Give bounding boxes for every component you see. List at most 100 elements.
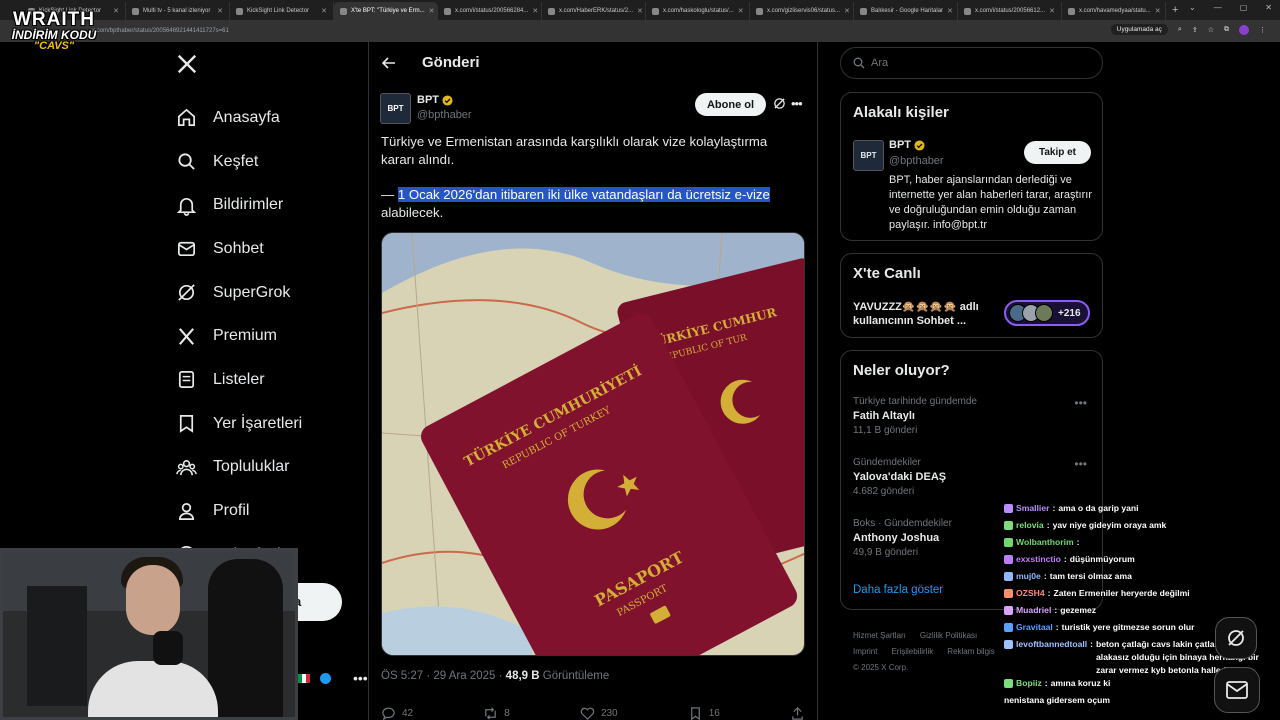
nav-item-bell[interactable]: Bildirimler <box>176 183 302 227</box>
nav-item-communities[interactable]: Topluluklar <box>176 446 302 490</box>
show-more-link[interactable]: Daha fazla göster <box>853 584 943 596</box>
close-tab-icon[interactable]: ✕ <box>532 7 538 15</box>
selected-text[interactable]: 1 Ocak 2026'dan itibaren iki ülke vatand… <box>397 187 770 202</box>
related-bio: BPT, haber ajanslarından derlediği ve in… <box>889 174 1092 231</box>
footer-link[interactable]: Erişilebilirlik <box>891 647 933 656</box>
close-tab-icon[interactable]: ✕ <box>429 7 435 15</box>
search-icon <box>853 57 865 69</box>
trend-item[interactable]: Türkiye tarihinde gündemde Fatih Altaylı 1… <box>853 396 1093 436</box>
nav-item-home[interactable]: Anasayfa <box>176 96 302 140</box>
bookmark-button[interactable]: 16 <box>688 706 720 720</box>
author-handle[interactable]: @bpthaber <box>417 109 472 121</box>
close-tab-icon[interactable]: ✕ <box>738 7 744 15</box>
chat-text: nenistana gidersem oçum <box>1004 695 1111 705</box>
grok-float-button[interactable] <box>1215 617 1257 659</box>
related-name[interactable]: BPT <box>889 139 925 151</box>
search-box[interactable] <box>840 47 1103 79</box>
chat-message: exxstinctio: düşünmüyorum <box>1004 553 1274 570</box>
related-handle[interactable]: @bpthaber <box>889 155 944 167</box>
author-avatar[interactable]: BPT <box>380 93 411 124</box>
chat-badge-icon <box>1004 679 1013 688</box>
nav-item-profile[interactable]: Profil <box>176 489 302 533</box>
grok-icon[interactable] <box>773 97 786 110</box>
card-title: Neler oluyor? <box>853 362 950 379</box>
open-in-app-button[interactable]: Uygulamada aç <box>1110 24 1168 35</box>
minimize-icon[interactable]: — <box>1214 3 1222 12</box>
close-tab-icon[interactable]: ✕ <box>637 7 643 15</box>
nav-item-search[interactable]: Keşfet <box>176 140 302 184</box>
close-tab-icon[interactable]: ✕ <box>1049 7 1055 15</box>
zoom-icon[interactable]: ⌕ <box>1178 26 1182 34</box>
browser-tab[interactable]: x.com/havamedyaa/statu... ✕ <box>1062 2 1166 20</box>
nav-item-label: Sohbet <box>213 239 264 257</box>
browser-tab[interactable]: Multi tv - 5 kanal izleniyor ✕ <box>126 2 230 20</box>
footer-link[interactable]: Reklam bilgis <box>947 647 995 656</box>
close-tab-icon[interactable]: ✕ <box>321 7 327 15</box>
live-space-title[interactable]: YAVUZZZ🙊🙊🙊🙊 adlı kullanıcının Sohbet ... <box>853 300 993 328</box>
subscribe-button[interactable]: Abone ol <box>695 93 766 116</box>
browser-tab[interactable]: x.com/i/status/200566284... ✕ <box>438 2 542 20</box>
chat-text: düşünmüyorum <box>1069 554 1135 564</box>
repost-button[interactable]: 8 <box>483 706 510 720</box>
chevron-down-icon[interactable]: ⌄ <box>1189 3 1196 12</box>
url-text[interactable]: x.com/bpthaber/status/200564692144141172… <box>92 28 229 34</box>
page-title: Gönderi <box>422 54 480 71</box>
extensions-icon[interactable]: ⧉ <box>1224 26 1229 34</box>
share-icon[interactable]: ⇪ <box>1192 26 1198 34</box>
close-tab-icon[interactable]: ✕ <box>113 7 119 15</box>
back-arrow-icon[interactable] <box>381 55 397 71</box>
nav-item-x-logo[interactable]: Premium <box>176 314 302 358</box>
share-button[interactable] <box>790 706 805 720</box>
browser-tab[interactable]: x.com/i/status/20056612... ✕ <box>958 2 1062 20</box>
mail-icon <box>178 242 195 257</box>
new-tab-icon[interactable]: + <box>1172 4 1178 16</box>
footer-link[interactable]: Gizlilik Politikası <box>920 631 977 640</box>
post-image-passports[interactable]: TÜRKİYE CUMHUR REPUBLIC OF TUR TÜRKİYE C… <box>381 232 805 656</box>
nav-item-label: Anasayfa <box>213 108 280 126</box>
browser-tab[interactable]: X'te BPT: "Türkiye ve Erm... ✕ <box>334 2 438 20</box>
browser-menu-icon[interactable]: ⋮ <box>1259 26 1266 34</box>
more-options-icon[interactable]: ••• <box>791 96 803 111</box>
messages-float-button[interactable] <box>1214 667 1260 713</box>
browser-tab[interactable]: x.com/HaberERK/status/2... ✕ <box>542 2 646 20</box>
favicon-icon <box>444 7 451 15</box>
reply-button[interactable]: 42 <box>381 706 413 720</box>
nav-item-bookmark[interactable]: Yer İşaretleri <box>176 402 302 446</box>
live-listeners-pill[interactable]: +216 <box>1004 300 1090 326</box>
close-tab-icon[interactable]: ✕ <box>217 7 223 15</box>
close-icon[interactable]: ✕ <box>1265 3 1272 12</box>
profile-avatar[interactable] <box>1239 24 1249 35</box>
x-logo-icon[interactable] <box>176 53 198 75</box>
footer-link[interactable]: Hizmet Şartları <box>853 631 906 640</box>
nav-item-list[interactable]: Listeler <box>176 358 302 402</box>
favicon-icon <box>548 7 555 15</box>
maximize-icon[interactable]: ▢ <box>1240 3 1248 12</box>
post-timestamp: ÖS 5:27 · 29 Ara 2025 · 48,9 B Görüntüle… <box>381 670 610 682</box>
account-switcher[interactable]: ••• <box>298 670 368 686</box>
footer-link[interactable]: Imprint <box>853 647 877 656</box>
follow-button[interactable]: Takip et <box>1024 141 1091 164</box>
browser-tab[interactable]: Balıkesir - Google Haritalar ✕ <box>854 2 958 20</box>
account-more-icon[interactable]: ••• <box>353 670 368 686</box>
search-input[interactable] <box>871 57 1071 69</box>
bookmark-star-icon[interactable]: ☆ <box>1208 26 1214 34</box>
address-bar[interactable]: x.com/bpthaber/status/200564692144141172… <box>0 20 1280 42</box>
close-tab-icon[interactable]: ✕ <box>947 7 953 15</box>
close-tab-icon[interactable]: ✕ <box>1155 7 1161 15</box>
footer-link[interactable]: © 2025 X Corp. <box>853 663 908 672</box>
close-tab-icon[interactable]: ✕ <box>844 7 850 15</box>
like-button[interactable]: 230 <box>580 706 618 720</box>
browser-tab[interactable]: x.com/haskologlu/status/... ✕ <box>646 2 750 20</box>
related-avatar[interactable]: BPT <box>853 140 884 171</box>
nav-item-grok[interactable]: SuperGrok <box>176 271 302 315</box>
author-name[interactable]: BPT <box>417 94 453 106</box>
trend-more-icon[interactable]: ••• <box>1074 396 1087 410</box>
nav-item-label: Bildirimler <box>213 196 284 214</box>
divider <box>817 42 818 720</box>
chat-text: turistik yere gitmezse sorun olur <box>1061 622 1195 632</box>
nav-item-mail[interactable]: Sohbet <box>176 227 302 271</box>
trend-item[interactable]: Gündemdekiler Yalova'daki DEAŞ 4.682 gönde… <box>853 457 1093 497</box>
browser-tab[interactable]: x.com/gizliservis06/status... ✕ <box>750 2 854 20</box>
browser-tab[interactable]: KickSight Link Detector ✕ <box>230 2 334 20</box>
trend-more-icon[interactable]: ••• <box>1074 457 1087 471</box>
